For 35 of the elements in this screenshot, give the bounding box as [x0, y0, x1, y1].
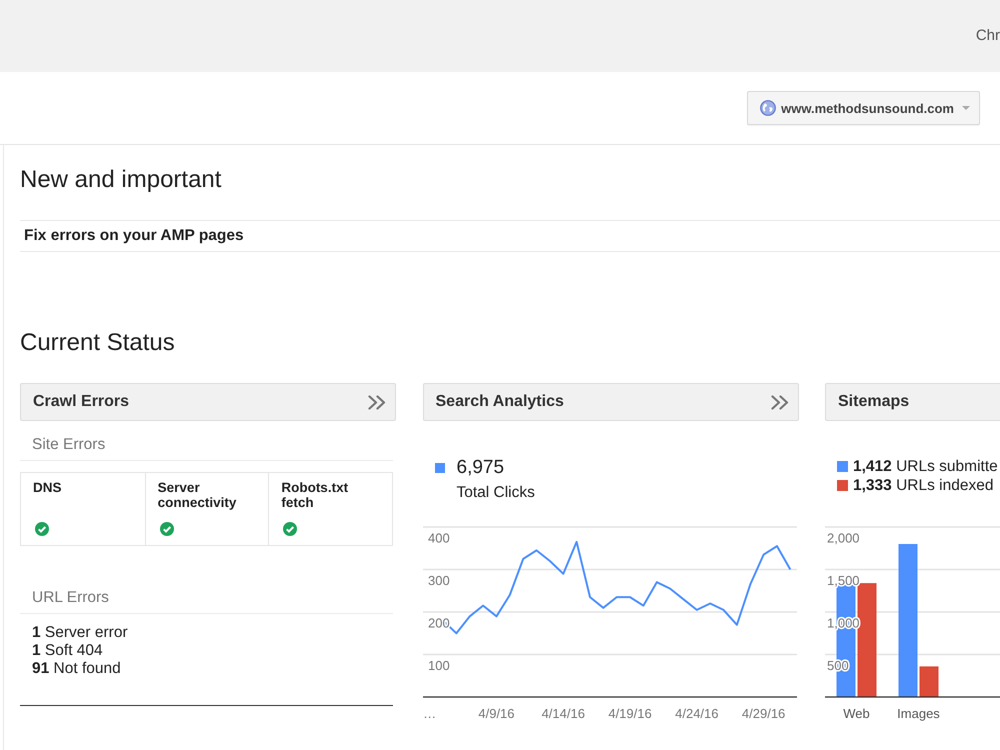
- axis-label: Images: [897, 706, 940, 721]
- status-label: Server connectivity: [158, 480, 238, 510]
- legend-label: Total Clicks: [456, 484, 535, 502]
- card-header[interactable]: Crawl Errors: [20, 383, 396, 421]
- section-title: Current Status: [20, 329, 175, 357]
- error-count: 1 Server error: [32, 624, 128, 642]
- total-clicks-value: 6,975: [456, 457, 504, 479]
- section-title: New and important: [20, 166, 222, 194]
- legend-label: 1,333 URLs indexed: [853, 476, 994, 495]
- axis-label: 4/29/16: [741, 706, 785, 721]
- axis-label: 400: [428, 530, 450, 546]
- site-selector[interactable]: www.methodsunsound.com: [747, 91, 980, 125]
- message-link[interactable]: Fix errors on your AMP pages: [24, 227, 244, 245]
- axis-label: 4/24/16: [674, 706, 718, 721]
- axis-label: Web: [843, 706, 870, 721]
- card-header[interactable]: Search Analytics: [422, 383, 798, 421]
- error-count: 91 Not found: [32, 660, 121, 678]
- subsection-title: Site Errors: [32, 436, 106, 454]
- status-label: DNS: [33, 480, 62, 495]
- axis-label: 100: [428, 658, 450, 673]
- axis-label: 4/14/16: [541, 706, 584, 721]
- axis-label: 4/19/16: [608, 706, 652, 721]
- legend-label: 1,412 URLs submitte: [853, 457, 998, 476]
- axis-label: 1,500: [827, 573, 860, 588]
- subsection-title: URL Errors: [32, 589, 109, 607]
- card-header[interactable]: Sitemaps: [825, 383, 1000, 421]
- globe-icon: [760, 100, 776, 116]
- caret-icon: [962, 106, 970, 110]
- account-name[interactable]: Chr: [976, 27, 1000, 45]
- axis-label: …: [422, 706, 436, 721]
- axis-label: 4/9/16: [478, 706, 514, 721]
- status-label: Robots.txt fetch: [281, 480, 350, 510]
- axis-label: 2,000: [827, 530, 860, 546]
- axis-label: 300: [428, 573, 450, 588]
- error-count: 1 Soft 404: [32, 642, 103, 660]
